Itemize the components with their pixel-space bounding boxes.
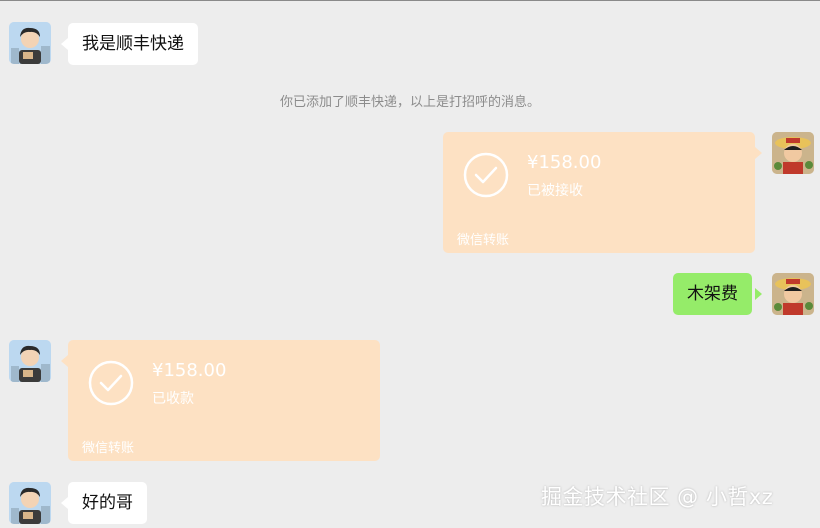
transfer-status: 已被接收 xyxy=(527,183,583,199)
watermark: 掘金技术社区 @ 小哲xz xyxy=(541,485,774,509)
bubble-tail xyxy=(61,355,68,367)
transfer-card-outgoing[interactable]: ¥158.00 已被接收 微信转账 xyxy=(443,132,755,253)
self-avatar[interactable] xyxy=(772,273,814,315)
self-avatar[interactable] xyxy=(772,132,814,174)
message-bubble-outgoing[interactable]: 木架费 xyxy=(673,273,752,315)
top-divider xyxy=(0,0,820,1)
message-bubble-incoming[interactable]: 我是顺丰快递 xyxy=(68,23,198,65)
contact-avatar[interactable] xyxy=(9,482,51,524)
bubble-tail xyxy=(755,147,762,159)
check-circle-icon xyxy=(88,360,134,406)
transfer-card-incoming[interactable]: ¥158.00 已收款 微信转账 xyxy=(68,340,380,461)
bubble-tail xyxy=(755,288,762,300)
message-bubble-incoming[interactable]: 好的哥 xyxy=(68,482,147,524)
transfer-footer: 微信转账 xyxy=(82,441,135,456)
message-text: 我是顺丰快递 xyxy=(82,34,184,54)
bubble-tail xyxy=(61,497,68,509)
transfer-status: 已收款 xyxy=(152,391,194,407)
transfer-amount: ¥158.00 xyxy=(527,152,602,173)
system-notice: 你已添加了顺丰快递，以上是打招呼的消息。 xyxy=(279,95,540,110)
bubble-tail xyxy=(61,38,68,50)
message-text: 木架费 xyxy=(687,284,738,304)
message-text: 好的哥 xyxy=(82,493,133,513)
check-circle-icon xyxy=(463,152,509,198)
contact-avatar[interactable] xyxy=(9,22,51,64)
transfer-footer: 微信转账 xyxy=(457,233,510,248)
contact-avatar[interactable] xyxy=(9,340,51,382)
transfer-amount: ¥158.00 xyxy=(152,360,227,381)
